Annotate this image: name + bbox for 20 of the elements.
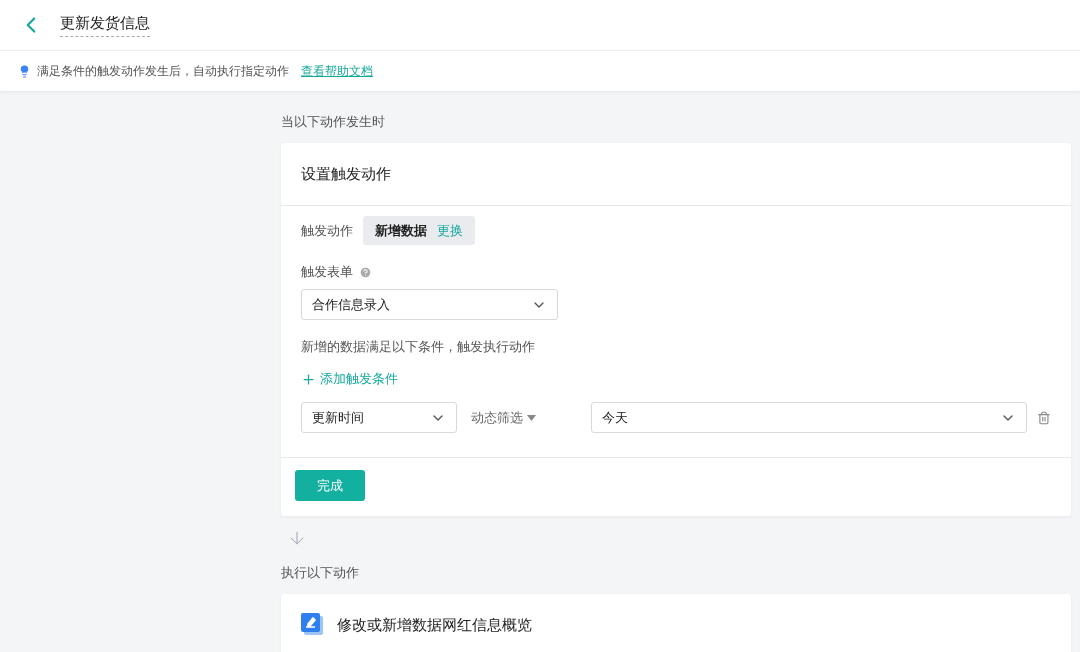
edit-icon	[301, 613, 325, 637]
field-label: 触发动作	[301, 221, 353, 240]
caret-icon	[527, 414, 536, 421]
action-value: 新增数据	[375, 221, 427, 240]
section-label: 执行以下动作	[281, 564, 360, 582]
form-select[interactable]: 合作信息录入	[301, 289, 558, 320]
field-label: 触发表单	[301, 263, 353, 281]
card-title: 修改或新增数据网红信息概览	[337, 615, 532, 635]
section-label: 当以下动作发生时	[281, 113, 386, 131]
card-title: 设置触发动作	[301, 164, 391, 184]
field-select[interactable]: 更新时间	[301, 402, 457, 433]
page-title: 更新发货信息	[60, 13, 150, 37]
info-text: 满足条件的触发动作发生后，自动执行指定动作	[37, 62, 289, 80]
help-icon[interactable]	[359, 265, 372, 279]
lightbulb-icon	[18, 64, 31, 78]
filter-dropdown[interactable]: 动态筛选	[467, 408, 582, 427]
value-select[interactable]: 今天	[591, 402, 1028, 433]
condition-hint: 新增的数据满足以下条件，触发执行动作	[301, 338, 536, 356]
plus-icon	[301, 371, 316, 387]
trash-icon[interactable]	[1037, 410, 1051, 425]
